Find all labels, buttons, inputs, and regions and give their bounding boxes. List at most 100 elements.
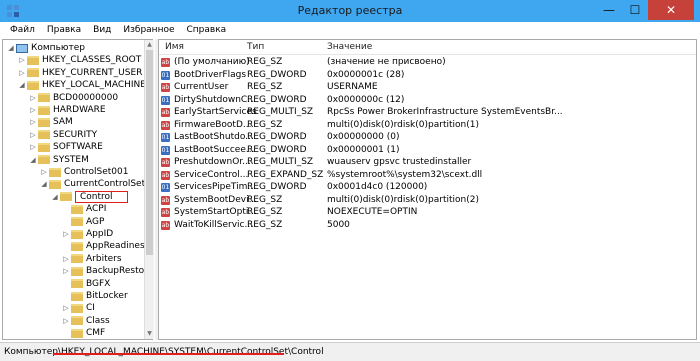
tree-node[interactable]: ▷ ControlSet001 [40,166,128,178]
value-data: NOEXECUTE=OPTIN [327,207,418,217]
tree-node[interactable]: ▷ SOFTWARE [29,141,103,153]
scroll-up-icon[interactable]: ▲ [146,41,153,49]
minimize-button[interactable]: — [596,0,622,20]
tree-node-label: BGFX [86,278,111,289]
value-type: REG_DWORD [247,144,307,155]
expand-arrow-icon[interactable]: ▷ [29,131,37,139]
tree-node[interactable]: ▷ SECURITY [29,129,97,141]
collapse-arrow-icon[interactable]: ◢ [29,156,37,164]
tree-node[interactable]: ▷ HARDWARE [29,104,106,116]
folder-icon [60,192,72,202]
tree-node[interactable]: BGFX [62,278,110,290]
tree-node[interactable]: ▷ SAM [29,116,73,128]
expand-arrow-icon[interactable]: ▷ [62,255,70,263]
tree-node[interactable]: ◢ Control [51,190,128,203]
folder-icon [71,204,83,214]
collapse-arrow-icon[interactable]: ◢ [18,81,26,89]
tree-node[interactable]: ◢ Компьютер [7,42,85,54]
folder-icon [38,93,50,103]
scroll-thumb[interactable] [146,50,153,255]
expand-arrow-icon[interactable]: ▷ [29,143,37,151]
value-data: RpcSs Power BrokerInfrastructure SystemE… [327,107,563,117]
value-data: 5000 [327,219,350,230]
value-type: REG_SZ [247,82,283,92]
tree-node[interactable]: BitLocker [62,290,128,302]
column-type[interactable]: Тип [247,42,264,52]
expand-arrow-icon[interactable]: ▷ [62,230,70,238]
menu-file[interactable]: Файл [4,25,41,35]
maximize-button[interactable]: ☐ [622,0,648,20]
value-row[interactable]: 01 DirtyShutdownC... REG_DWORD 0x0000000c (… [159,95,696,107]
tree-scrollbar[interactable]: ▲ ▼ [144,40,154,339]
value-data: wuauserv gpsvc trustedinstaller [327,157,472,167]
tree-node[interactable]: CMF [62,327,105,339]
value-row[interactable]: 01 ServicesPipeTim... REG_DWORD 0x0001d4c0 … [159,182,696,194]
value-row[interactable]: 01 LastBootSuccee... REG_DWORD 0x00000001 (… [159,145,696,157]
column-value[interactable]: Значение [327,42,372,52]
collapse-arrow-icon[interactable]: ◢ [51,193,59,201]
tree-node[interactable]: ▷ Class [62,315,109,327]
tree-node[interactable]: ▷ Arbiters [62,253,121,265]
value-row[interactable]: ab FirmwareBootD... REG_SZ multi(0)disk(0)r… [159,120,696,132]
collapse-arrow-icon[interactable]: ◢ [40,180,48,188]
title-bar: Редактор реестра — ☐ ✕ [0,0,700,22]
value-row[interactable]: ab EarlyStartServices REG_MULTI_SZ RpcSs Po… [159,107,696,119]
menu-edit[interactable]: Правка [41,25,87,35]
collapse-arrow-icon[interactable]: ◢ [7,44,15,52]
expand-arrow-icon[interactable]: ▷ [29,106,37,114]
expand-arrow-icon[interactable]: ▷ [40,168,48,176]
close-button[interactable]: ✕ [648,0,694,20]
tree-node[interactable]: ▷ BackupRestore [62,265,153,277]
value-name: BootDriverFlags [174,69,247,80]
value-name: ServiceControl... [174,169,249,180]
value-row[interactable]: ab ServiceControl... REG_EXPAND_SZ %systemr… [159,170,696,182]
tree-node[interactable]: ▷ AppID [62,228,113,240]
tree-node[interactable]: ◢ CurrentControlSet [40,178,145,190]
value-row[interactable]: ab WaitToKillServic... REG_SZ 5000 [159,220,696,232]
expand-arrow-icon[interactable]: ▷ [29,94,37,102]
expand-arrow-icon[interactable]: ▷ [62,267,70,275]
folder-icon [38,155,50,165]
value-row[interactable]: ab (По умолчанию) REG_SZ (значение не присв… [159,57,696,69]
menu-help[interactable]: Справка [181,25,233,35]
value-row[interactable]: ab SystemBootDevi... REG_SZ multi(0)disk(0)… [159,195,696,207]
expand-arrow-icon[interactable]: ▷ [18,56,26,64]
tree-node[interactable]: ▷ HKEY_CURRENT_USER [18,67,142,79]
tree-node[interactable]: ▷ BCD00000000 [29,92,118,104]
column-name[interactable]: Имя [165,42,184,52]
scroll-down-icon[interactable]: ▼ [146,330,153,338]
menu-view[interactable]: Вид [87,25,117,35]
status-path: Компьютер\HKEY_LOCAL_MACHINE\SYSTEM\Curr… [4,347,324,357]
folder-icon [71,316,83,326]
tree-node-label: HARDWARE [53,105,106,115]
expand-arrow-icon[interactable]: ▷ [62,304,70,312]
value-type: REG_DWORD [247,94,307,105]
expand-arrow-icon[interactable]: ▷ [62,317,70,325]
menu-favorites[interactable]: Избранное [117,25,180,35]
tree-node-label: BackupRestore [86,266,153,277]
tree-node[interactable]: ACPI [62,203,106,215]
folder-icon [38,105,50,115]
tree-node-label: SECURITY [53,129,98,140]
tree-node[interactable]: ▷ CI [62,302,95,314]
tree-node[interactable]: ◢ HKEY_LOCAL_MACHINE [18,79,146,91]
value-row[interactable]: ab PreshutdownOr... REG_MULTI_SZ wuauserv g… [159,157,696,169]
tree-node[interactable]: ▷ HKEY_CLASSES_ROOT [18,54,141,66]
tree-node[interactable]: ◢ SYSTEM [29,154,89,166]
expand-arrow-icon[interactable]: ▷ [18,69,26,77]
string-value-icon: ab [161,120,170,130]
folder-icon [71,291,83,301]
folder-icon [71,279,83,289]
value-row[interactable]: ab SystemStartOpti... REG_SZ NOEXECUTE=OPT… [159,207,696,219]
value-row[interactable]: 01 BootDriverFlags REG_DWORD 0x0000001c (28… [159,70,696,82]
value-row[interactable]: ab CurrentUser REG_SZ USERNAME [159,82,696,94]
tree-node[interactable]: AGP [62,216,104,228]
expand-arrow-icon[interactable]: ▷ [29,118,37,126]
tree-node-label: CurrentControlSet [64,179,146,190]
registry-tree[interactable]: ◢ Компьютер ▷ HKEY_CLASSES_ROOT ▷ HKEY_CURREN… [2,39,153,340]
tree-node[interactable]: AppReadiness [62,240,149,252]
value-type: REG_SZ [247,194,283,205]
value-row[interactable]: 01 LastBootShutdo... REG_DWORD 0x00000000 (… [159,132,696,144]
binary-value-icon: 01 [161,145,170,155]
tree-node-label: ACPI [86,204,107,215]
